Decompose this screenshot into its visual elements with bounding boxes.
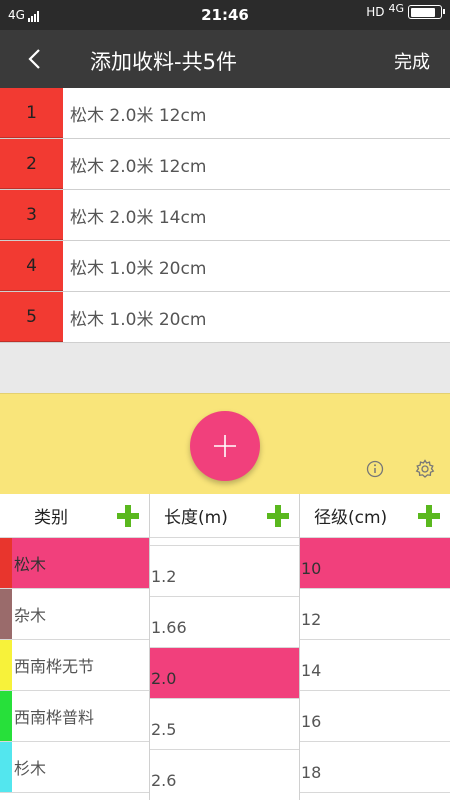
length-option-label: 2.0 xyxy=(151,669,177,688)
list-divider xyxy=(150,538,299,546)
page-title: 添加收料-共5件 xyxy=(90,50,237,74)
category-column: 类别 松木 杂木 西南桦无节 西南桦普料 杉木 xyxy=(0,494,150,800)
diameter-option-label: 18 xyxy=(301,763,322,782)
category-color-swatch xyxy=(0,538,12,588)
chevron-left-icon xyxy=(28,49,40,69)
category-color-swatch xyxy=(0,640,12,690)
info-icon[interactable] xyxy=(365,459,385,479)
category-option-label: 杉木 xyxy=(14,759,47,778)
category-option-label: 西南桦普料 xyxy=(14,708,95,727)
item-text: 松木 2.0米 12cm xyxy=(70,105,207,126)
done-button[interactable]: 完成 xyxy=(394,48,430,74)
add-item-button[interactable] xyxy=(190,411,260,481)
length-header: 长度(m) xyxy=(150,494,299,538)
gear-icon[interactable] xyxy=(414,458,436,480)
add-length-icon[interactable] xyxy=(265,503,291,529)
add-category-icon[interactable] xyxy=(115,503,141,529)
network-type-right: 4G xyxy=(388,1,404,15)
category-option-label: 松木 xyxy=(14,555,47,574)
category-color-swatch xyxy=(0,742,12,792)
length-option[interactable]: 1.2 xyxy=(150,546,299,597)
item-text: 松木 1.0米 20cm xyxy=(70,309,207,330)
diameter-option-label: 16 xyxy=(301,712,322,731)
category-option[interactable]: 西南桦无节 xyxy=(0,640,149,691)
length-option-label: 2.5 xyxy=(151,720,177,739)
diameter-option[interactable]: 10 xyxy=(300,538,450,589)
list-item[interactable]: 1 松木 2.0米 12cm xyxy=(0,88,450,139)
category-header-label: 类别 xyxy=(34,508,68,528)
category-header: 类别 xyxy=(0,494,149,538)
item-index: 2 xyxy=(0,139,63,189)
list-item[interactable]: 2 松木 2.0米 12cm xyxy=(0,139,450,190)
length-option-label: 1.2 xyxy=(151,567,177,586)
back-button[interactable] xyxy=(18,42,52,76)
category-option-label: 杂木 xyxy=(14,606,47,625)
list-item[interactable]: 3 松木 2.0米 14cm xyxy=(0,190,450,241)
diameter-header-label: 径级(cm) xyxy=(314,508,388,528)
title-bar: 添加收料-共5件 完成 xyxy=(0,30,450,88)
battery-icon xyxy=(408,5,445,19)
diameter-option-label: 10 xyxy=(301,559,322,578)
status-right: HD 4G xyxy=(366,1,445,19)
item-text: 松木 2.0米 12cm xyxy=(70,156,207,177)
length-option[interactable]: 2.6 xyxy=(150,750,299,800)
category-option[interactable]: 杉木 xyxy=(0,742,149,793)
length-header-label: 长度(m) xyxy=(164,508,228,528)
length-option[interactable]: 2.0 xyxy=(150,648,299,699)
plus-icon xyxy=(214,435,236,457)
category-color-swatch xyxy=(0,589,12,639)
hd-badge: HD xyxy=(366,5,385,19)
item-text: 松木 1.0米 20cm xyxy=(70,258,207,279)
category-option-label: 西南桦无节 xyxy=(14,657,95,676)
diameter-header: 径级(cm) xyxy=(300,494,450,538)
category-option[interactable]: 杂木 xyxy=(0,589,149,640)
list-item[interactable]: 4 松木 1.0米 20cm xyxy=(0,241,450,292)
diameter-column: 径级(cm) 10 12 14 16 18 xyxy=(300,494,450,800)
diameter-option[interactable]: 14 xyxy=(300,640,450,691)
diameter-option[interactable]: 18 xyxy=(300,742,450,793)
added-items-list: 1 松木 2.0米 12cm 2 松木 2.0米 12cm 3 松木 2.0米 … xyxy=(0,88,450,343)
diameter-option[interactable]: 12 xyxy=(300,589,450,640)
item-text: 松木 2.0米 14cm xyxy=(70,207,207,228)
add-diameter-icon[interactable] xyxy=(416,503,442,529)
item-index: 3 xyxy=(0,190,63,240)
diameter-option-label: 12 xyxy=(301,610,322,629)
length-option-label: 1.66 xyxy=(151,618,187,637)
item-index: 4 xyxy=(0,241,63,291)
length-option[interactable]: 1.66 xyxy=(150,597,299,648)
diameter-option-label: 14 xyxy=(301,661,322,680)
item-index: 5 xyxy=(0,292,63,342)
category-option[interactable]: 松木 xyxy=(0,538,149,589)
category-color-swatch xyxy=(0,691,12,741)
action-panel xyxy=(0,393,450,494)
category-option[interactable]: 西南桦普料 xyxy=(0,691,149,742)
item-index: 1 xyxy=(0,88,63,138)
battery-level xyxy=(410,7,436,17)
selector-columns: 类别 松木 杂木 西南桦无节 西南桦普料 杉木 长度(m) 1.2 1.66 2… xyxy=(0,494,450,800)
status-bar: 4G 21:46 HD 4G xyxy=(0,0,450,30)
length-option-label: 2.6 xyxy=(151,771,177,790)
length-option[interactable]: 2.5 xyxy=(150,699,299,750)
diameter-option[interactable]: 16 xyxy=(300,691,450,742)
list-item[interactable]: 5 松木 1.0米 20cm xyxy=(0,292,450,343)
length-column: 长度(m) 1.2 1.66 2.0 2.5 2.6 xyxy=(150,494,300,800)
list-empty-area xyxy=(0,343,450,393)
